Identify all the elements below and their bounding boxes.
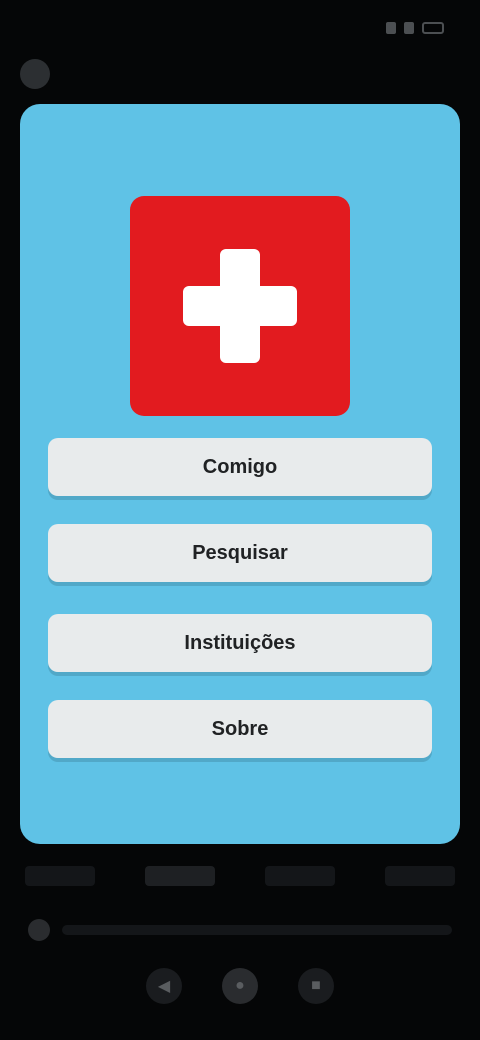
status-icons	[386, 22, 444, 34]
status-bar	[0, 0, 480, 56]
signal-icon	[404, 22, 414, 34]
comigo-button[interactable]: Comigo	[48, 438, 432, 496]
app-card: Comigo Pesquisar Instituições Sobre	[20, 104, 460, 844]
card-header	[44, 128, 436, 158]
address-bar[interactable]	[62, 925, 452, 935]
battery-icon	[422, 22, 444, 34]
home-icon[interactable]: ●	[222, 968, 258, 1004]
strip-item	[25, 866, 95, 886]
cross-glyph	[183, 249, 297, 363]
wifi-icon	[386, 22, 396, 34]
site-icon	[28, 919, 50, 941]
navigation-bar: ◀ ● ■	[0, 956, 480, 1016]
recents-icon[interactable]: ■	[298, 968, 334, 1004]
instituicoes-button[interactable]: Instituições	[48, 614, 432, 672]
sobre-button[interactable]: Sobre	[48, 700, 432, 758]
notification-app-icon	[20, 59, 50, 89]
pesquisar-button[interactable]: Pesquisar	[48, 524, 432, 582]
strip-item	[145, 866, 215, 886]
back-icon[interactable]: ◀	[146, 968, 182, 1004]
strip-item	[385, 866, 455, 886]
strip-item	[265, 866, 335, 886]
bottom-strip	[0, 852, 480, 900]
notification-row	[20, 56, 50, 92]
first-aid-cross-icon	[130, 196, 350, 416]
address-row[interactable]	[28, 910, 452, 950]
